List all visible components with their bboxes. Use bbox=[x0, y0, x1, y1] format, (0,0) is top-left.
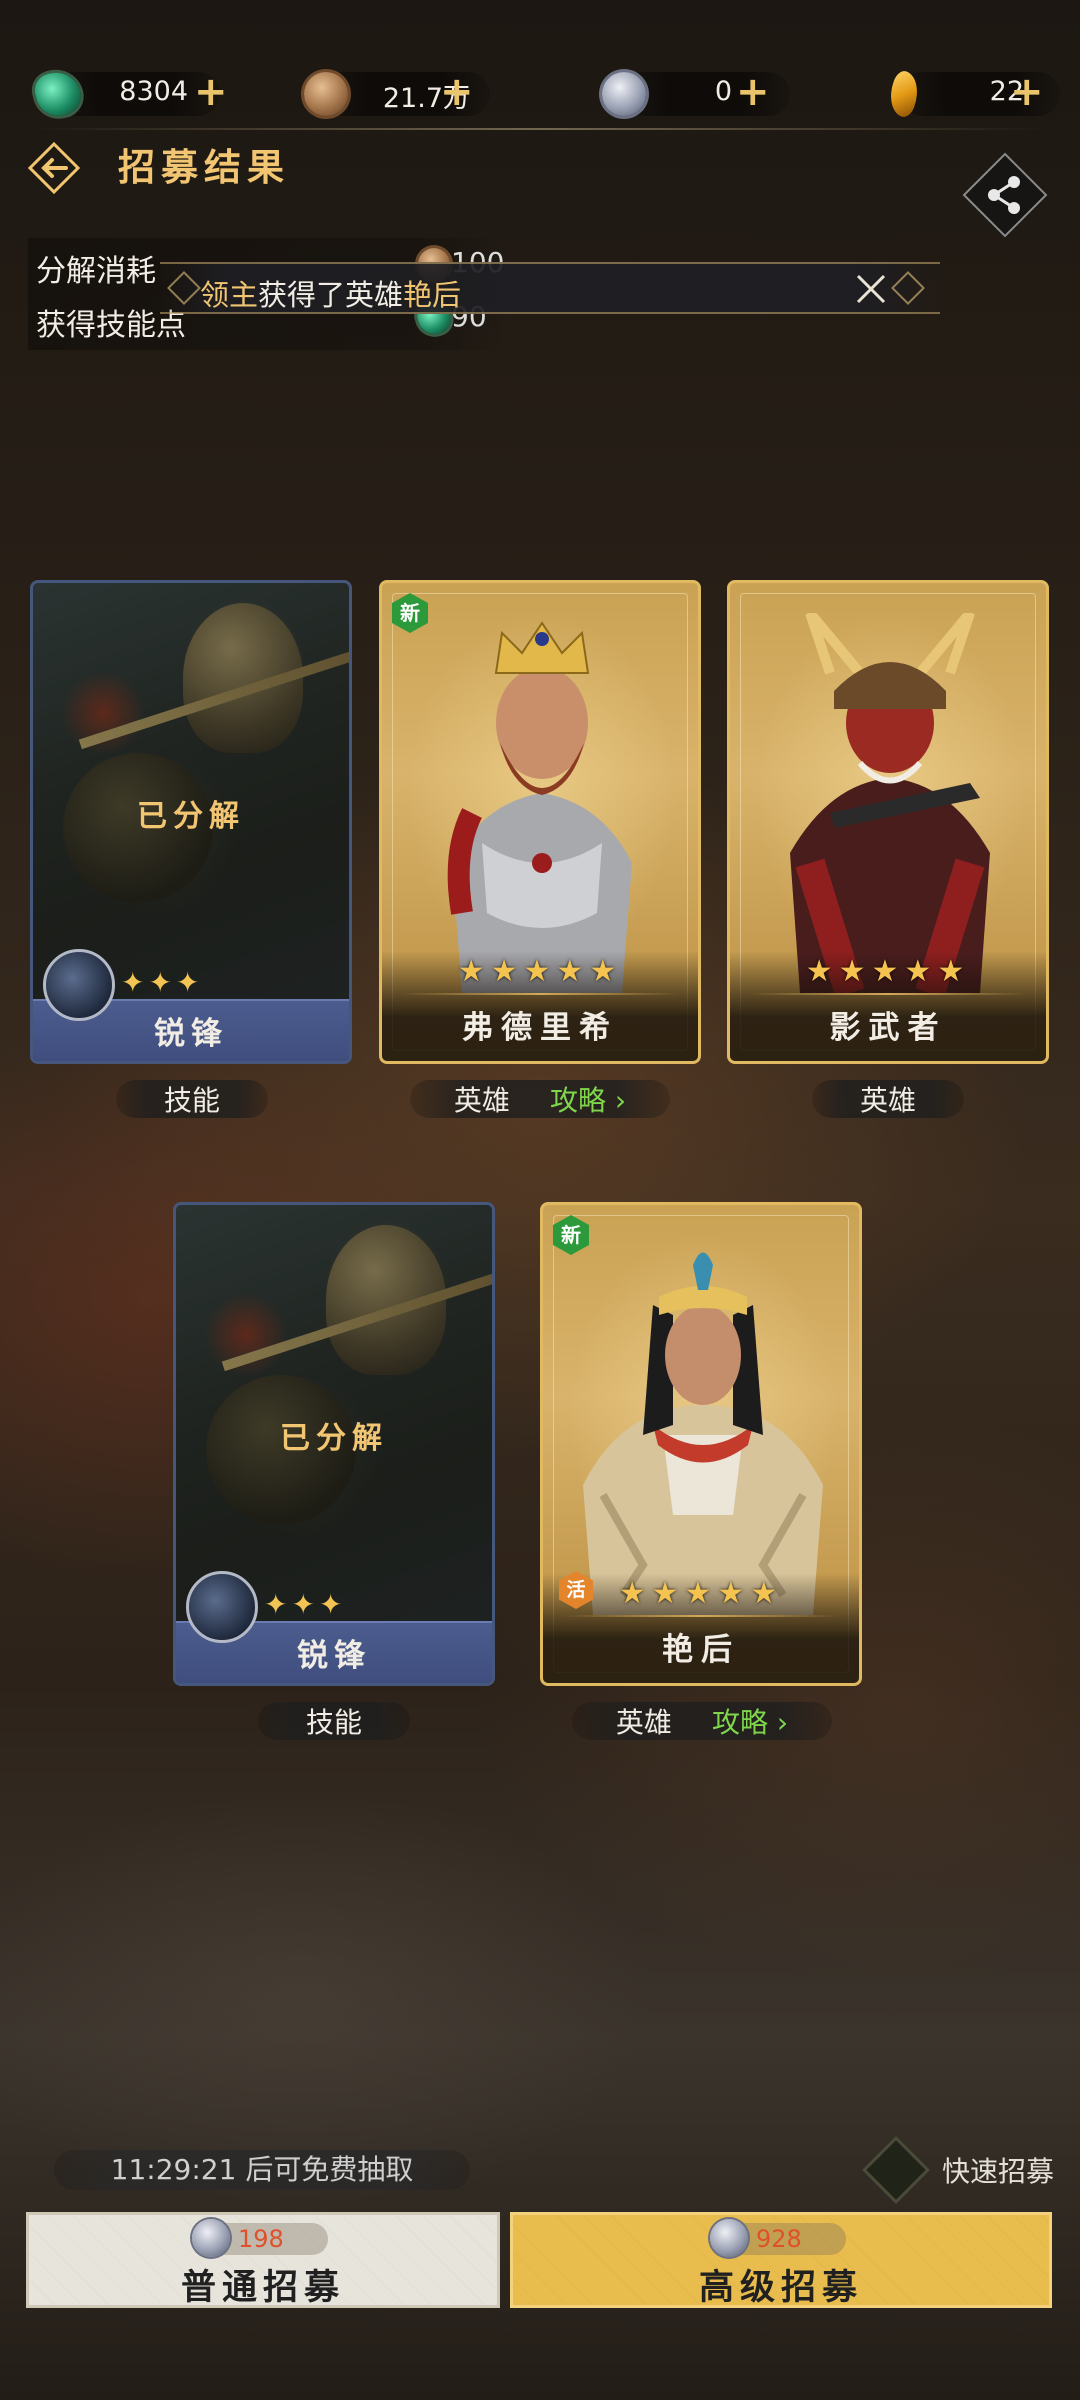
resource-crystal[interactable]: 22 + bbox=[880, 62, 1060, 126]
toast-message: 领主获得了英雄艳后 bbox=[200, 278, 462, 312]
cost-pill: 198 bbox=[192, 2219, 328, 2257]
silver-coin-icon bbox=[602, 72, 646, 116]
cost-value: 928 bbox=[756, 2225, 802, 2253]
star-rating: ★★★★★ bbox=[618, 1576, 784, 1611]
toast-close-button[interactable] bbox=[852, 270, 890, 308]
header-divider bbox=[30, 128, 1050, 130]
card-type-tag: 英雄 攻略 › bbox=[572, 1702, 832, 1740]
star-rating: ★★★★★ bbox=[805, 954, 971, 989]
back-button[interactable] bbox=[26, 140, 82, 196]
share-button[interactable] bbox=[960, 150, 1050, 240]
add-gem-button[interactable]: + bbox=[194, 70, 228, 114]
add-copper-button[interactable]: + bbox=[440, 70, 474, 114]
card-name: 锐锋 bbox=[297, 1638, 371, 1674]
star-rating: ✦✦✦ bbox=[264, 1588, 347, 1621]
card-name: 锐锋 bbox=[154, 1016, 228, 1052]
gem-value: 8304 bbox=[119, 76, 188, 107]
toast-deco-icon bbox=[891, 271, 925, 305]
silver-coin-icon bbox=[710, 2219, 748, 2257]
card-type-tag: 技能 bbox=[116, 1080, 268, 1118]
hero-portrait bbox=[447, 621, 632, 993]
free-draw-timer: 11:29:21 后可免费抽取 bbox=[54, 2150, 470, 2190]
normal-recruit-button[interactable]: 198 普通招募 bbox=[26, 2212, 500, 2308]
hero-portrait bbox=[583, 1252, 823, 1615]
decomposed-label: 已分解 bbox=[137, 799, 245, 834]
hero-card[interactable]: ★★★★★ 影武者 bbox=[727, 580, 1049, 1064]
quick-recruit-toggle[interactable]: 快速招募 bbox=[862, 2136, 1054, 2204]
card-name: 艳后 bbox=[662, 1632, 740, 1668]
cost-value: 198 bbox=[238, 2225, 284, 2253]
silver-coin-icon bbox=[192, 2219, 230, 2257]
decompose-cost-row: 分解消耗 100 bbox=[36, 246, 504, 290]
button-label: 普通招募 bbox=[180, 2268, 345, 2308]
toast-deco-icon bbox=[167, 271, 201, 305]
card-type-tag: 技能 bbox=[258, 1702, 410, 1740]
hero-card[interactable]: 新 活 ★★★★★ 艳后 bbox=[540, 1202, 862, 1686]
hero-card[interactable]: 新 ★★★★★ 弗德里希 bbox=[379, 580, 701, 1064]
add-crystal-button[interactable]: + bbox=[1010, 70, 1044, 114]
add-silver-button[interactable]: + bbox=[736, 70, 770, 114]
resource-gem[interactable]: 8304 + bbox=[30, 62, 228, 126]
button-label: 高级招募 bbox=[698, 2268, 863, 2308]
card-name: 弗德里希 bbox=[462, 1010, 618, 1046]
skill-card[interactable]: 已分解 ✦✦✦ 锐锋 bbox=[30, 580, 352, 1064]
resource-bar: 8304 + 21.7万 + 0 + 22 + bbox=[0, 62, 1080, 126]
page-title: 招募结果 bbox=[118, 146, 290, 189]
resource-silver[interactable]: 0 + bbox=[600, 62, 790, 126]
guide-link[interactable]: 攻略 › bbox=[550, 1079, 626, 1119]
star-rating: ✦✦✦ bbox=[121, 966, 204, 999]
card-type-tag: 英雄 攻略 › bbox=[410, 1080, 670, 1118]
checkbox-icon[interactable] bbox=[862, 2136, 930, 2204]
decomposed-label: 已分解 bbox=[280, 1421, 388, 1456]
star-rating: ★★★★★ bbox=[457, 954, 623, 989]
resource-copper[interactable]: 21.7万 + bbox=[300, 62, 490, 126]
decompose-cost-label: 分解消耗 bbox=[36, 254, 156, 289]
chevron-right-icon: › bbox=[614, 1084, 627, 1117]
hero-obtained-toast: 领主获得了英雄艳后 bbox=[160, 262, 940, 314]
back-arrow-icon bbox=[27, 141, 81, 195]
quick-recruit-label: 快速招募 bbox=[941, 2155, 1054, 2188]
share-icon bbox=[962, 152, 1048, 238]
card-type-tag: 英雄 bbox=[812, 1080, 964, 1118]
advanced-recruit-button[interactable]: 928 高级招募 bbox=[510, 2212, 1052, 2308]
cost-pill: 928 bbox=[710, 2219, 846, 2257]
skill-card[interactable]: 已分解 ✦✦✦ 锐锋 bbox=[173, 1202, 495, 1686]
chevron-right-icon: › bbox=[776, 1706, 789, 1739]
close-icon bbox=[856, 274, 886, 304]
hero-portrait bbox=[790, 613, 990, 993]
card-name: 影武者 bbox=[829, 1010, 947, 1046]
silver-value: 0 bbox=[714, 76, 732, 107]
copper-coin-icon bbox=[304, 72, 348, 116]
guide-link[interactable]: 攻略 › bbox=[712, 1701, 788, 1741]
